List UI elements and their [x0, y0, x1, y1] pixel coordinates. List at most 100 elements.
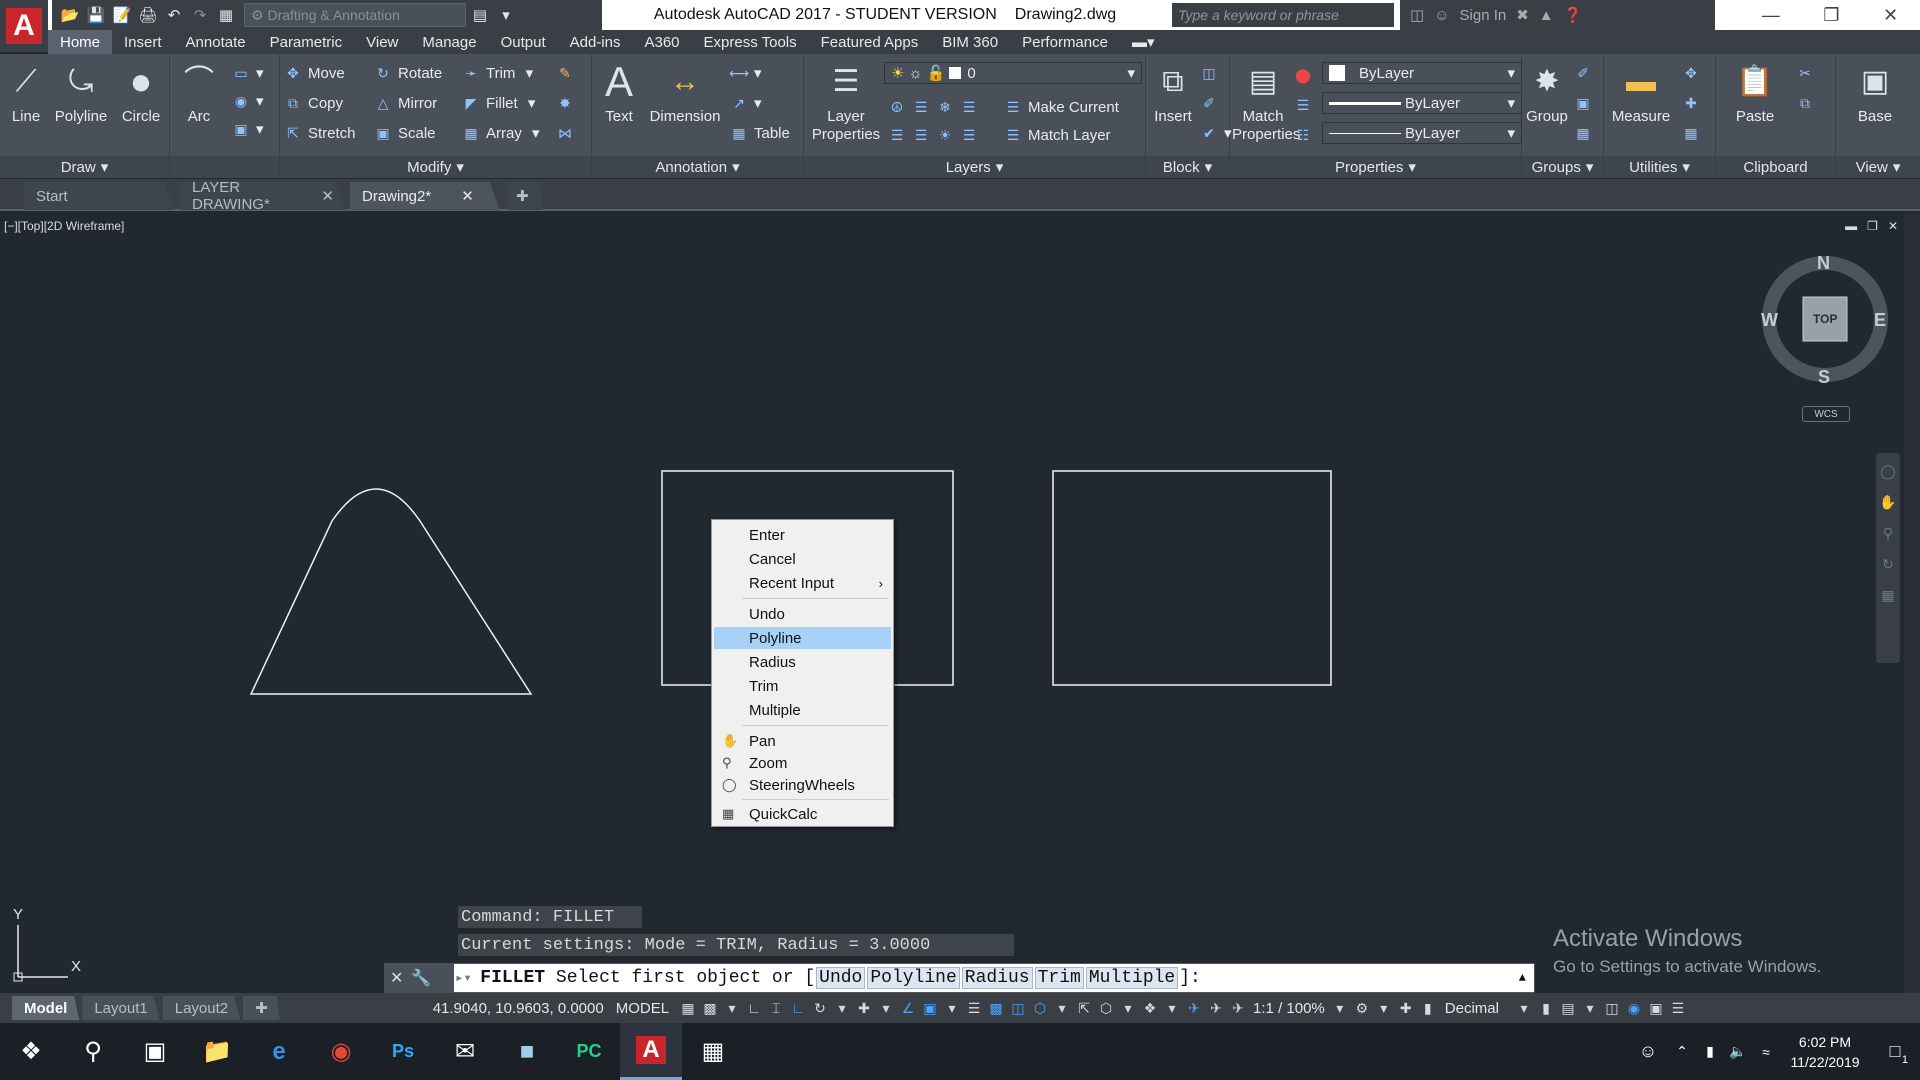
selection-cycling-icon[interactable]: ◫: [1007, 997, 1029, 1019]
annotation-panel-title[interactable]: Annotation ▾: [592, 156, 803, 178]
help-icon[interactable]: ❓: [1564, 6, 1583, 24]
menu-item-enter[interactable]: Enter: [714, 524, 891, 546]
tab-output[interactable]: Output: [489, 30, 558, 54]
layer-tools-row-1[interactable]: ☮ ☰ ❄ ☰: [888, 94, 978, 120]
file-explorer-icon[interactable]: 📁: [186, 1023, 248, 1080]
isolate-objects-icon[interactable]: ◫: [1601, 997, 1623, 1019]
menu-item-steeringwheels[interactable]: ◯ SteeringWheels: [714, 774, 891, 796]
compass-south[interactable]: S: [1818, 367, 1830, 388]
copy-clip-button[interactable]: ⧉: [1796, 90, 1814, 116]
mail-icon[interactable]: ✉: [434, 1023, 496, 1080]
search-icon[interactable]: ⚲: [62, 1023, 124, 1080]
command-option-trim[interactable]: Trim: [1034, 967, 1084, 989]
new-tab-button[interactable]: ✚: [508, 182, 542, 210]
hatch-button[interactable]: ◉ ▾: [232, 88, 264, 114]
chevron-down-icon[interactable]: ▾: [1513, 997, 1535, 1019]
layer-select[interactable]: ☀ ☼ 🔓 0 ▾: [884, 62, 1142, 84]
annotation-scale-value[interactable]: 1:1 / 100%: [1253, 1000, 1325, 1017]
properties-panel-title[interactable]: Properties ▾: [1230, 156, 1521, 178]
file-tab-drawing2[interactable]: Drawing2* ✕: [350, 182, 500, 210]
layers-panel-title[interactable]: Layers ▾: [804, 156, 1145, 178]
match-layer-button[interactable]: ☰ Match Layer: [1004, 122, 1111, 148]
undo-icon[interactable]: ↶: [162, 3, 186, 27]
gizmo-icon[interactable]: ❖: [1139, 997, 1161, 1019]
quick-properties-icon[interactable]: ▮: [1535, 997, 1557, 1019]
pan-icon[interactable]: ✋: [1879, 494, 1896, 511]
people-icon[interactable]: ☺: [1628, 1023, 1668, 1080]
notes-icon[interactable]: ■: [496, 1023, 558, 1080]
task-view-icon[interactable]: ▣: [124, 1023, 186, 1080]
sign-in-link[interactable]: Sign In: [1460, 7, 1507, 24]
group-select-button[interactable]: ▦: [1574, 120, 1592, 146]
annotation-monitor-icon[interactable]: ✚: [1395, 997, 1417, 1019]
tab-bim-360[interactable]: BIM 360: [930, 30, 1010, 54]
snap-icon[interactable]: ▩: [699, 997, 721, 1019]
command-option-radius[interactable]: Radius: [961, 967, 1033, 989]
save-as-icon[interactable]: 📝: [110, 3, 134, 27]
polar-tracking-icon[interactable]: ↻: [809, 997, 831, 1019]
layout-tab-layout1[interactable]: Layout1: [82, 996, 160, 1020]
dynamic-input-icon[interactable]: ⌶: [765, 997, 787, 1019]
save-icon[interactable]: 💾: [84, 3, 108, 27]
leader-button[interactable]: ⟷ ▾: [729, 60, 762, 86]
redo-icon[interactable]: ↷: [188, 3, 212, 27]
pycharm-icon[interactable]: PC: [558, 1023, 620, 1080]
block-attributes-button[interactable]: ✔ ▾: [1200, 120, 1231, 146]
showmotion-icon[interactable]: ▦: [1881, 587, 1894, 604]
tab-express-tools[interactable]: Express Tools: [692, 30, 809, 54]
modify-panel-title[interactable]: Modify ▾: [280, 156, 591, 178]
menu-item-multiple[interactable]: Multiple: [714, 699, 891, 721]
close-icon[interactable]: ✕: [321, 187, 334, 205]
chevron-up-icon[interactable]: ⌃: [1668, 1023, 1696, 1080]
autocad-taskbar-icon[interactable]: A: [620, 1023, 682, 1080]
new-layout-button[interactable]: ✚: [243, 996, 280, 1020]
user-icon[interactable]: ☺: [1434, 7, 1449, 24]
dimension-button[interactable]: ↔ Dimension: [644, 60, 726, 126]
viewcube-top-label[interactable]: TOP: [1813, 312, 1837, 326]
layout-tab-layout2[interactable]: Layout2: [162, 996, 241, 1020]
boundary-button[interactable]: ▣ ▾: [232, 116, 263, 142]
units-value[interactable]: Decimal: [1445, 1000, 1499, 1017]
menu-item-pan[interactable]: ✋ Pan: [714, 730, 891, 752]
tab-view[interactable]: View: [354, 30, 410, 54]
compass-east[interactable]: E: [1874, 310, 1886, 331]
action-center-icon[interactable]: □ 1: [1870, 1023, 1920, 1080]
chevron-down-icon[interactable]: ▾: [1117, 997, 1139, 1019]
object-snap-tracking-icon[interactable]: ∠: [897, 997, 919, 1019]
menu-item-polyline[interactable]: Polyline: [714, 627, 891, 649]
erase-button[interactable]: ✎: [556, 60, 574, 86]
plot-icon[interactable]: ▦: [214, 3, 238, 27]
tab-add-ins[interactable]: Add-ins: [558, 30, 633, 54]
file-tab-layer-drawing[interactable]: LAYER DRAWING* ✕: [180, 182, 346, 210]
rotate-button[interactable]: ↻ Rotate: [374, 60, 442, 86]
base-button[interactable]: ▣ Base: [1850, 60, 1900, 126]
utilities-panel-title[interactable]: Utilities ▾: [1604, 156, 1715, 178]
arc-button[interactable]: ⌒ Arc: [170, 60, 228, 126]
mirror-button[interactable]: △ Mirror: [374, 90, 438, 116]
move-button[interactable]: ✥ Move: [284, 60, 345, 86]
groups-panel-title[interactable]: Groups ▾: [1522, 156, 1603, 178]
file-tab-start[interactable]: Start: [24, 182, 174, 210]
menu-item-undo[interactable]: Undo: [714, 603, 891, 625]
chevron-down-icon[interactable]: ▾: [831, 997, 853, 1019]
wifi-icon[interactable]: ≈: [1752, 1023, 1780, 1080]
transparency-icon[interactable]: ▩: [985, 997, 1007, 1019]
open-icon[interactable]: 📂: [58, 3, 82, 27]
edge-browser-icon[interactable]: e: [248, 1023, 310, 1080]
dynamic-ucs-icon[interactable]: ⇱: [1073, 997, 1095, 1019]
chevron-down-icon[interactable]: ▾: [1579, 997, 1601, 1019]
command-line[interactable]: ▸▾ FILLET Select first object or [ Undo …: [384, 963, 1535, 993]
close-icon[interactable]: ✕: [1883, 5, 1898, 26]
lock-ui-icon[interactable]: ▤: [1557, 997, 1579, 1019]
make-current-button[interactable]: ☰ Make Current: [1004, 94, 1119, 120]
polyline-button[interactable]: ⤿ Polyline: [50, 60, 112, 126]
compass-north[interactable]: N: [1817, 253, 1830, 274]
command-option-polyline[interactable]: Polyline: [867, 967, 960, 989]
chevron-down-icon[interactable]: ▾: [875, 997, 897, 1019]
clean-screen-icon[interactable]: ▣: [1645, 997, 1667, 1019]
lineweight-toggle-icon[interactable]: ☰: [963, 997, 985, 1019]
annotation-visibility-icon[interactable]: ✈: [1183, 997, 1205, 1019]
tab-a360[interactable]: A360: [632, 30, 691, 54]
point-button[interactable]: ✚: [1682, 90, 1700, 116]
battery-icon[interactable]: ▮: [1696, 1023, 1724, 1080]
